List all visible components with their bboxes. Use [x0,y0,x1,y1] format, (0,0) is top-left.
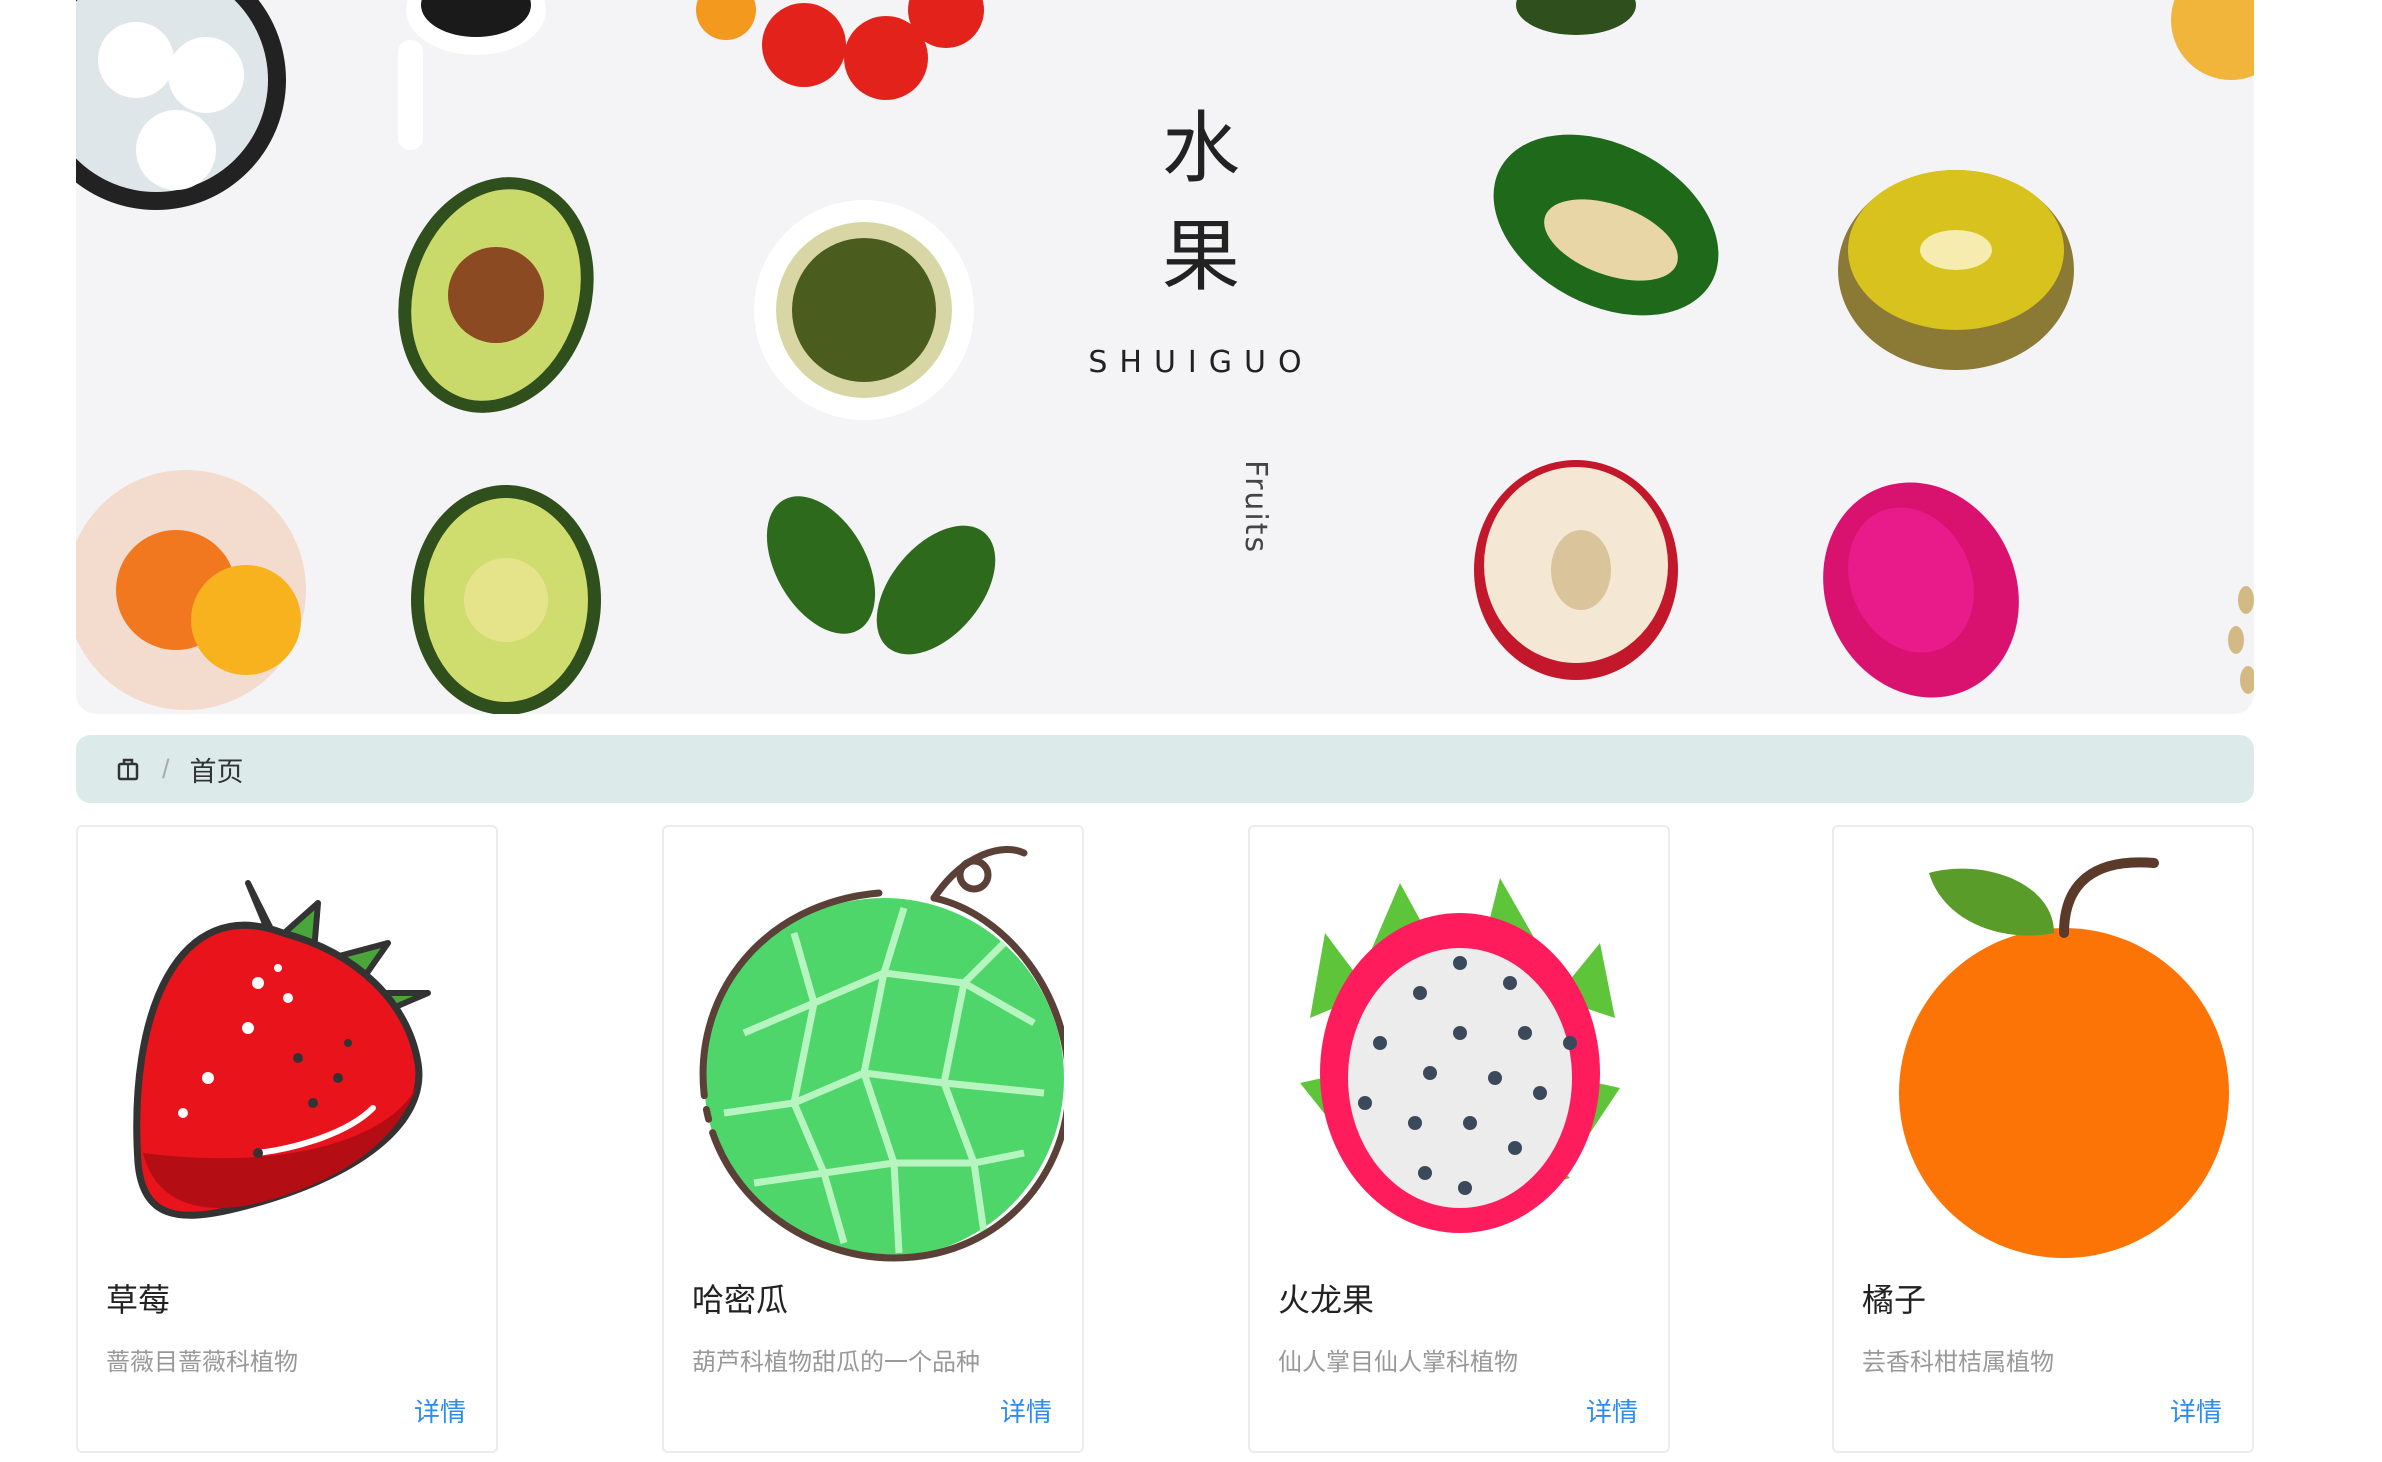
fruit-card[interactable]: 橘子 芸香科柑桔属植物 详情 [1832,825,2254,1453]
detail-link[interactable]: 详情 [1000,1392,1052,1429]
card-title: 橘子 [1862,1282,1927,1318]
breadcrumb-item-home[interactable]: 首页 [190,750,244,789]
banner-vertical-text: Fruits [1238,460,1273,555]
card-title: 火龙果 [1278,1282,1375,1318]
banner-subtitle: SHUIGUO [1088,345,1314,380]
fruit-card-list: 草莓 蔷薇目蔷薇科植物 详情 哈密瓜 葫芦科植物甜瓜的一个品种 详情 火龙果 仙… [76,825,2254,1455]
detail-link[interactable]: 详情 [414,1392,466,1429]
hero-banner: 水 果 SHUIGUO Fruits [76,0,2254,714]
card-description: 芸香科柑桔属植物 [1862,1349,2054,1376]
card-description: 仙人掌目仙人掌科植物 [1278,1349,1518,1376]
strawberry-icon [133,880,431,1219]
fruit-card[interactable]: 火龙果 仙人掌目仙人掌科植物 详情 [1248,825,1670,1453]
home-icon[interactable] [114,755,142,783]
detail-link[interactable]: 详情 [2170,1392,2222,1429]
detail-link[interactable]: 详情 [1586,1392,1638,1429]
card-description: 葫芦科植物甜瓜的一个品种 [692,1349,980,1376]
fruit-card[interactable]: 哈密瓜 葫芦科植物甜瓜的一个品种 详情 [662,825,1084,1453]
melon-icon [699,846,1064,1262]
dragon-fruit-icon [1300,878,1620,1233]
breadcrumb-separator: / [162,753,170,784]
banner-title-line2: 果 [1161,212,1240,302]
fruit-card[interactable]: 草莓 蔷薇目蔷薇科植物 详情 [76,825,498,1453]
card-title: 草莓 [106,1282,171,1318]
card-description: 蔷薇目蔷薇科植物 [106,1349,298,1376]
breadcrumb: / 首页 [76,735,2254,803]
card-title: 哈密瓜 [692,1282,789,1318]
banner-title-line1: 水 [1161,104,1240,194]
banner-title: 水 果 [1126,95,1276,311]
orange-icon [1899,857,2229,1258]
